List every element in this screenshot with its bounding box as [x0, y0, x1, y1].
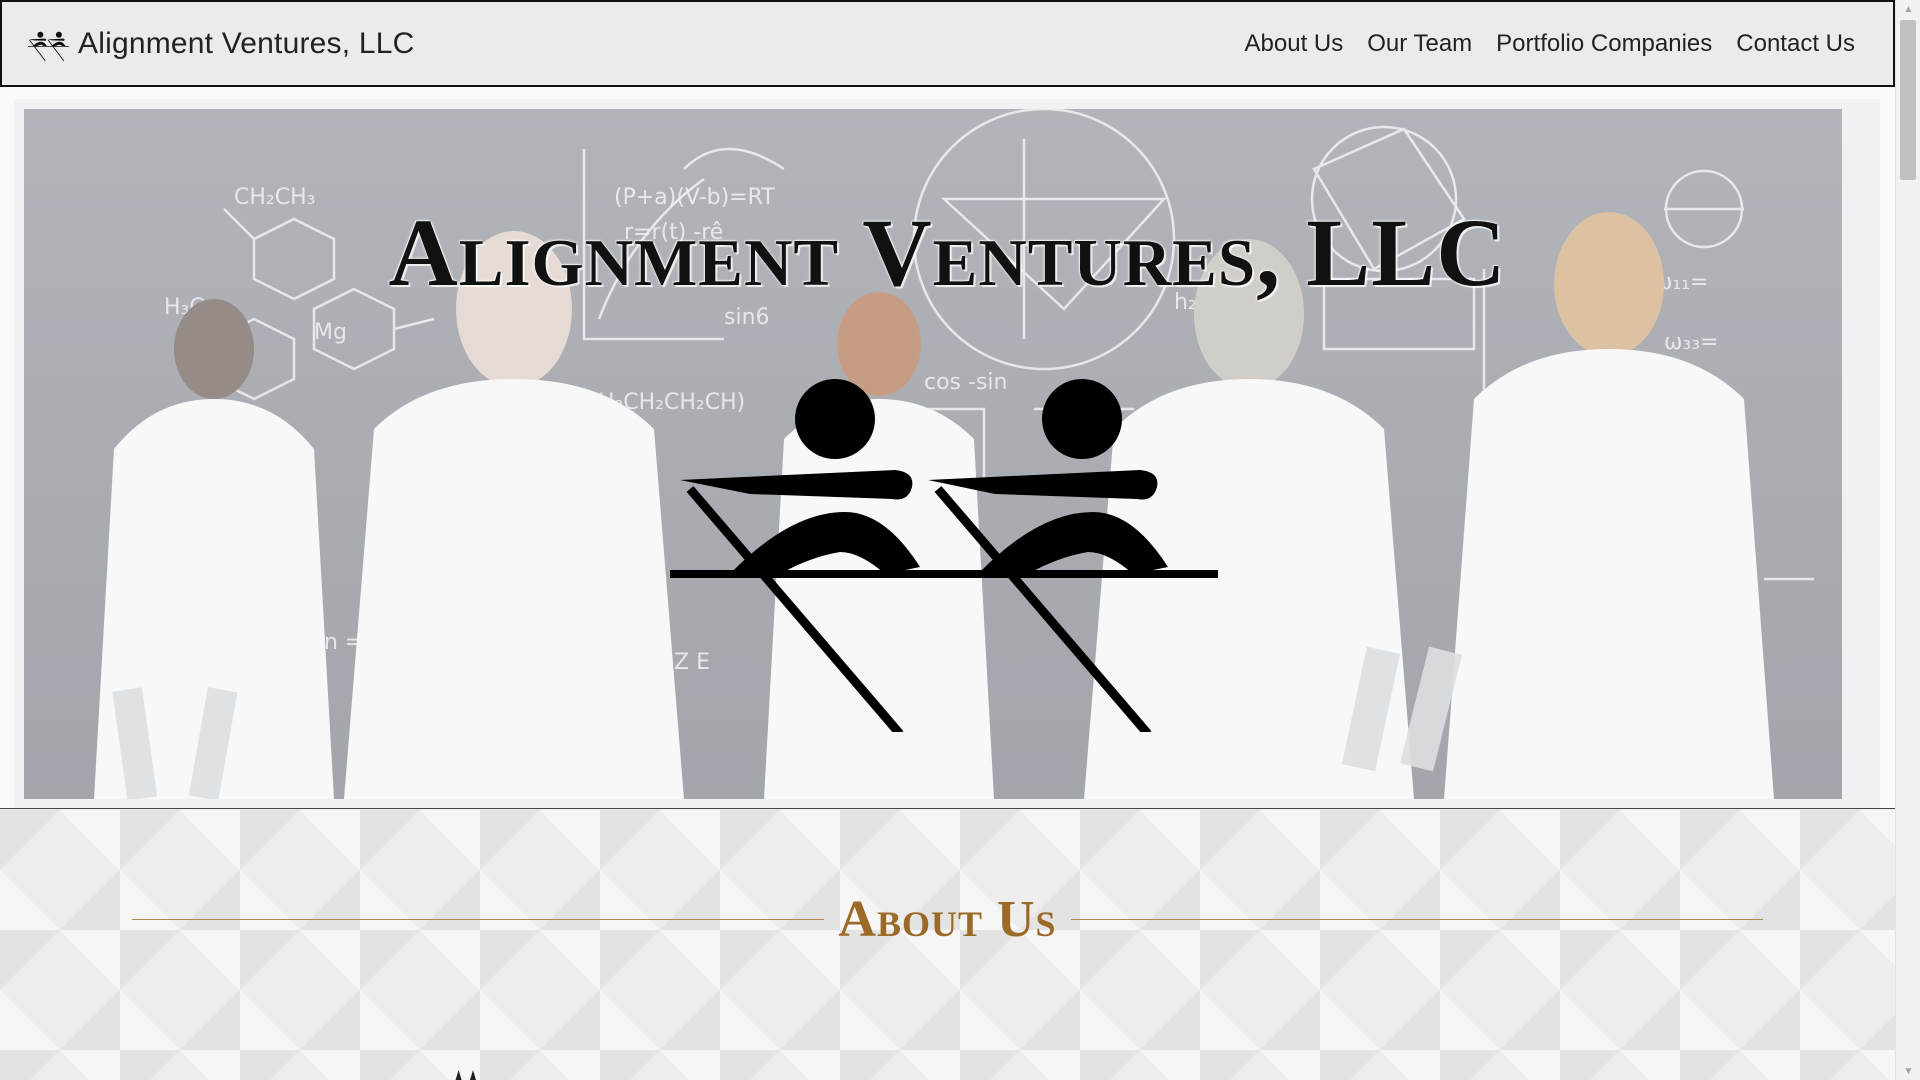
partial-content-glyph — [455, 1070, 477, 1080]
about-heading: About Us — [132, 890, 1763, 949]
nav-about-us[interactable]: About Us — [1245, 30, 1344, 58]
brand[interactable]: Alignment Ventures, LLC — [28, 27, 414, 61]
nav-portfolio-companies[interactable]: Portfolio Companies — [1496, 30, 1712, 58]
vertical-scrollbar[interactable]: ▲ ▼ — [1895, 0, 1920, 1080]
heading-rule-left — [132, 918, 825, 921]
page: Alignment Ventures, LLC About Us Our Tea… — [0, 0, 1920, 1080]
about-title: About Us — [838, 891, 1057, 948]
hero-banner: CH₂CH₃ H₃C Mg (P+a)(V-b)=RT r=r(t) -rê s… — [0, 87, 1895, 809]
scrollbar-thumb[interactable] — [1900, 20, 1916, 180]
heading-rule-right — [1070, 918, 1763, 921]
hero-title: Alignment Ventures, LLC — [388, 199, 1507, 306]
nav-contact-us[interactable]: Contact Us — [1736, 30, 1855, 58]
about-section: About Us — [0, 810, 1895, 1080]
rowers-logo-icon — [28, 31, 70, 61]
rowers-logo-icon — [670, 379, 1218, 732]
scroll-down-arrow-icon[interactable]: ▼ — [1896, 1062, 1920, 1080]
navbar: Alignment Ventures, LLC About Us Our Tea… — [0, 0, 1895, 87]
main-nav: About Us Our Team Portfolio Companies Co… — [1221, 30, 1855, 58]
scroll-up-arrow-icon[interactable]: ▲ — [1896, 0, 1920, 18]
nav-our-team[interactable]: Our Team — [1367, 30, 1472, 58]
brand-name: Alignment Ventures, LLC — [78, 26, 415, 60]
